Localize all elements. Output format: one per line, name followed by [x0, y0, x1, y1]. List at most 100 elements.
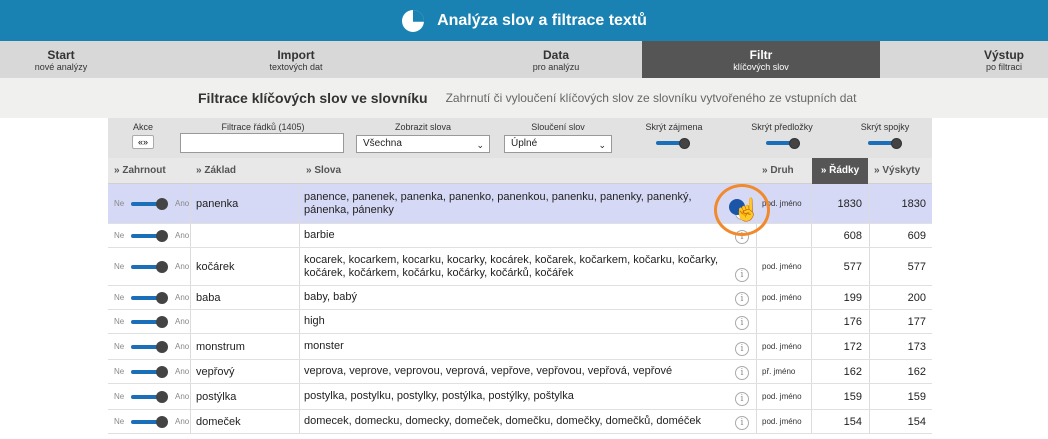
include-toggle[interactable]: Ne Ano — [114, 197, 192, 210]
table-row[interactable]: Ne Ano barbie i 608 609 — [108, 224, 932, 248]
nav-step-data[interactable]: Data pro analýzu — [470, 41, 642, 78]
table-row[interactable]: Ne Ano panenka panence, panenek, panenka, p… — [108, 184, 932, 224]
hide-prepositions-toggle[interactable] — [766, 138, 800, 149]
occurrences-cell: 609 — [907, 229, 926, 242]
column-divider — [756, 384, 757, 409]
show-words-select[interactable]: Všechna ⌄ — [356, 135, 490, 153]
include-toggle[interactable]: Ne Ano — [114, 390, 192, 403]
table-row[interactable]: Ne Ano domeček domecek, domecku, domecky, d… — [108, 410, 932, 434]
app-title: Analýza slov a filtrace textů — [437, 11, 647, 29]
table-row[interactable]: Ne Ano baba baby, babý i pod. jméno 199 200 — [108, 286, 932, 310]
occurrences-cell: 162 — [907, 365, 926, 378]
table-row[interactable]: Ne Ano kočárek kocarek, kocarkem, kocarku, … — [108, 248, 932, 286]
base-cell: vepřový — [196, 365, 235, 378]
nav-step-sub: pro analýzu — [532, 61, 580, 72]
hide-conjunctions-toggle[interactable] — [868, 138, 902, 149]
include-toggle[interactable]: Ne Ano — [114, 229, 192, 242]
toggle-off-label: Ne — [114, 391, 125, 401]
column-divider — [756, 410, 757, 433]
toggle-knob — [789, 138, 800, 149]
nav-step-label: Import — [277, 47, 315, 62]
hide-prepositions-label: Skrýt předložky — [751, 122, 813, 132]
column-header-include[interactable]: » Zahrnout — [114, 158, 192, 184]
rows-count-cell: 159 — [843, 390, 862, 403]
info-icon[interactable]: i — [735, 268, 749, 282]
column-divider — [299, 384, 300, 409]
toggle-knob — [156, 315, 168, 328]
kind-cell: pod. jméno — [762, 417, 802, 426]
pie-chart-icon — [402, 9, 425, 32]
toggle-on-label: Ano — [175, 316, 190, 326]
include-toggle[interactable]: Ne Ano — [114, 340, 192, 353]
section-header: Filtrace klíčových slov ve slovníku Zahr… — [0, 78, 1048, 118]
nav-step-filtr[interactable]: Filtr klíčových slov — [642, 41, 880, 78]
rows-count-cell: 172 — [843, 340, 862, 353]
nav-step-sub: klíčových slov — [733, 61, 789, 72]
info-icon[interactable]: i — [735, 292, 749, 306]
column-header-kind[interactable]: » Druh — [762, 158, 810, 184]
rows-count-cell: 1830 — [837, 197, 862, 210]
rows-count-cell: 154 — [843, 415, 862, 428]
base-cell: kočárek — [196, 260, 235, 273]
occurrences-cell: 173 — [907, 340, 926, 353]
include-toggle[interactable]: Ne Ano — [114, 365, 192, 378]
hide-pronouns-cell: Skrýt zájmena — [622, 118, 726, 158]
base-cell: postýlka — [196, 390, 237, 403]
column-header-occurrences[interactable]: » Výskyty — [874, 158, 932, 184]
filter-rows-input[interactable] — [180, 133, 344, 153]
nav-step-start[interactable]: Start nové analýzy — [0, 41, 122, 78]
words-cell: postylka, postylku, postylky, postýlka, … — [304, 390, 574, 402]
table-row[interactable]: Ne Ano vepřový veprova, veprove, veprovou, … — [108, 360, 932, 384]
table-row[interactable]: Ne Ano monstrum monster i pod. jméno 172 173 — [108, 334, 932, 360]
info-icon[interactable]: i — [735, 316, 749, 330]
column-header-rows[interactable]: » Řádky — [812, 158, 868, 184]
toggle-knob — [156, 291, 168, 304]
occurrences-cell: 577 — [907, 260, 926, 273]
column-divider — [299, 248, 300, 285]
hide-conjunctions-label: Skrýt spojky — [860, 122, 910, 132]
chevron-down-icon: ⌄ — [598, 140, 606, 150]
column-divider — [756, 248, 757, 285]
hide-pronouns-toggle[interactable] — [656, 138, 690, 149]
toggle-on-label: Ano — [175, 341, 190, 351]
nav-step-label: Start — [47, 47, 75, 62]
info-icon[interactable]: i — [735, 392, 749, 406]
nav-step-import[interactable]: Import textových dat — [122, 41, 470, 78]
base-cell: monstrum — [196, 340, 245, 353]
words-cell: monster — [304, 340, 344, 352]
merge-select[interactable]: Úplné ⌄ — [504, 135, 612, 153]
base-cell: panenka — [196, 197, 239, 210]
table-row[interactable]: Ne Ano high i 176 177 — [108, 310, 932, 334]
include-toggle[interactable]: Ne Ano — [114, 260, 192, 273]
column-divider — [756, 360, 757, 383]
column-divider — [299, 410, 300, 433]
include-toggle[interactable]: Ne Ano — [114, 315, 192, 328]
info-icon[interactable]: i — [735, 342, 749, 356]
toggle-knob — [679, 138, 690, 149]
rows-count-cell: 176 — [843, 315, 862, 328]
show-words-cell: Zobrazit slova Všechna ⌄ — [354, 118, 492, 158]
occurrences-cell: 1830 — [901, 197, 926, 210]
toggle-on-label: Ano — [175, 198, 190, 208]
merge-cell: Sloučení slov Úplné ⌄ — [500, 118, 616, 158]
column-header-base[interactable]: » Základ — [196, 158, 296, 184]
hand-pointer-icon: ☝ — [733, 197, 761, 222]
toggle-knob — [891, 138, 902, 149]
column-header-words[interactable]: » Slova — [306, 158, 746, 184]
akce-label: Akce — [132, 122, 153, 132]
akce-button[interactable]: «» — [132, 135, 154, 149]
include-toggle[interactable]: Ne Ano — [114, 415, 192, 428]
column-divider — [299, 286, 300, 309]
info-icon[interactable]: i — [735, 366, 749, 380]
kind-cell — [762, 310, 810, 333]
info-icon[interactable]: i — [735, 416, 749, 430]
include-toggle[interactable]: Ne Ano — [114, 291, 192, 304]
filter-rows-cell: Filtrace řádků (1405) — [180, 118, 346, 158]
table-row[interactable]: Ne Ano postýlka postylka, postylku, postylk… — [108, 384, 932, 410]
nav-step-vystup[interactable]: Výstup po filtraci — [880, 41, 1048, 78]
toggle-off-label: Ne — [114, 198, 125, 208]
show-words-label: Zobrazit slova — [394, 122, 452, 132]
base-cell: baba — [196, 291, 221, 304]
kind-cell: pod. jméno — [762, 342, 802, 351]
occurrences-cell: 177 — [907, 315, 926, 328]
